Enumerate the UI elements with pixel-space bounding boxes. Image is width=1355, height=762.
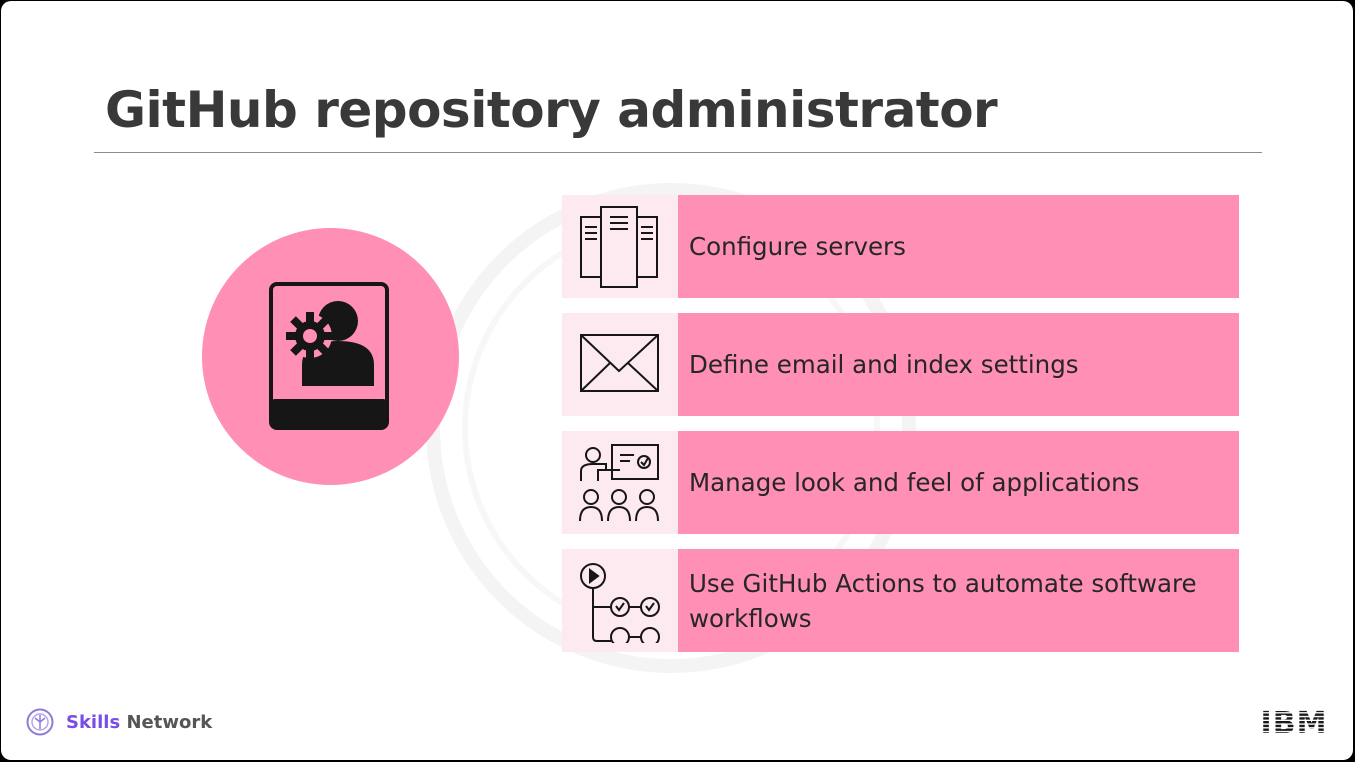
list-item-look-and-feel: Manage look and feel of applications: [562, 431, 1239, 534]
ibm-logo-icon: IBM: [1261, 706, 1328, 741]
list-item-configure-servers: Configure servers: [562, 195, 1239, 298]
list-item-label: Define email and index settings: [689, 350, 1079, 379]
list-item-label: Configure servers: [689, 232, 906, 261]
servers-icon: [580, 206, 658, 288]
workflow-icon: [580, 563, 660, 643]
brand-network-text: Network: [126, 711, 213, 733]
icon-box: [562, 313, 678, 416]
icon-box: [562, 549, 678, 652]
icon-box: [562, 195, 678, 298]
title-divider: [94, 152, 1262, 153]
envelope-icon: [580, 334, 659, 392]
icon-box: [562, 431, 678, 534]
page-title: GitHub repository administrator: [105, 81, 998, 139]
label-box: Use GitHub Actions to automate software …: [678, 549, 1239, 652]
svg-text:IBM: IBM: [1261, 706, 1328, 736]
admin-user-gear-icon: [269, 282, 389, 430]
admin-hero-circle: [202, 228, 459, 485]
brand-skills-text: Skills: [66, 711, 121, 733]
ibm-logo: IBM: [1259, 706, 1329, 741]
slide: GitHub repository administrator Configur…: [1, 1, 1353, 760]
list-item-email-settings: Define email and index settings: [562, 313, 1239, 416]
skills-network-logo-icon: [26, 708, 54, 736]
list-item-github-actions: Use GitHub Actions to automate software …: [562, 549, 1239, 652]
label-box: Manage look and feel of applications: [678, 431, 1239, 534]
presentation-audience-icon: [579, 444, 659, 522]
label-box: Define email and index settings: [678, 313, 1239, 416]
label-box: Configure servers: [678, 195, 1239, 298]
list-item-label: Manage look and feel of applications: [689, 468, 1140, 497]
skills-network-brand: Skills Network: [26, 708, 212, 736]
list-item-label: Use GitHub Actions to automate software …: [689, 568, 1197, 633]
